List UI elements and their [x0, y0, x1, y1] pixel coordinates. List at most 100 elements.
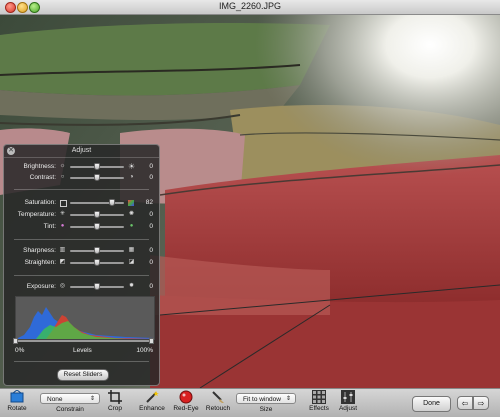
saturation-label: Saturation: [24, 199, 56, 206]
temperature-label: Temperature: [17, 211, 56, 218]
rotate-label: Rotate [7, 405, 27, 412]
tint-magenta-icon: ● [60, 223, 65, 229]
brightness-row: Brightness: ☼ ☀ 0 [4, 162, 159, 172]
sun-small-icon: ☼ [59, 163, 66, 169]
window-title: IMG_2260.JPG [218, 1, 282, 11]
previous-arrow-icon[interactable]: ⇦ [457, 396, 473, 410]
brush-icon [211, 390, 225, 404]
effects-tool[interactable]: Effects [306, 390, 332, 412]
crop-tool[interactable]: Crop [104, 390, 126, 412]
levels-high-label: 100% [136, 347, 153, 354]
straighten-left-icon: ◩ [59, 259, 66, 265]
brightness-slider[interactable] [70, 163, 124, 170]
exposure-high-icon: ✹ [128, 283, 135, 289]
separator [14, 189, 149, 190]
effects-grid-icon [312, 390, 326, 404]
sun-large-icon: ☀ [128, 162, 136, 171]
levels-white-point-handle[interactable] [149, 338, 154, 344]
straighten-right-icon: ◪ [128, 259, 135, 265]
separator [14, 361, 149, 362]
saturation-row: Saturation: 82 [4, 198, 159, 208]
levels-title: Levels [73, 347, 92, 354]
sharpness-value: 0 [149, 247, 153, 254]
temperature-slider-knob[interactable] [94, 211, 100, 218]
window-titlebar: IMG_2260.JPG [0, 0, 500, 15]
contrast-slider-knob[interactable] [94, 174, 100, 181]
saturation-value: 82 [145, 199, 153, 206]
tint-slider[interactable] [70, 223, 124, 230]
levels-low-label: 0% [15, 347, 25, 354]
adjust-tool[interactable]: Adjust [336, 390, 360, 412]
histogram-graph [16, 307, 154, 339]
straighten-slider[interactable] [70, 259, 124, 266]
size-popup[interactable]: Fit to window ⇕ [236, 393, 296, 404]
brightness-value: 0 [149, 163, 153, 170]
effects-label: Effects [309, 405, 329, 412]
tint-value: 0 [149, 223, 153, 230]
magic-wand-icon [145, 390, 159, 404]
contrast-value: 0 [149, 174, 153, 181]
tint-label: Tint: [43, 223, 56, 230]
red-eye-tool[interactable]: Red-Eye [172, 390, 200, 412]
sharpness-low-icon: ▥ [59, 247, 66, 253]
hud-divider [4, 157, 159, 158]
retouch-label: Retouch [205, 405, 231, 412]
done-button[interactable]: Done [412, 396, 451, 412]
separator [14, 275, 149, 276]
exposure-slider-knob[interactable] [94, 283, 100, 290]
warm-sun-icon: ✺ [128, 211, 135, 217]
exposure-slider[interactable] [70, 283, 124, 290]
sharpness-high-icon: ▦ [128, 247, 135, 253]
sharpness-label: Sharpness: [23, 247, 56, 254]
constrain-value: None [47, 396, 63, 403]
rotate-icon [10, 389, 24, 404]
temperature-row: Temperature: ✳ ✺ 0 [4, 210, 159, 220]
size-label: Size [259, 406, 273, 413]
sharpness-slider-knob[interactable] [94, 247, 100, 254]
red-eye-label: Red-Eye [173, 405, 199, 412]
contrast-slider[interactable] [70, 174, 124, 181]
enhance-tool[interactable]: Enhance [138, 390, 166, 412]
exposure-label: Exposure: [26, 283, 56, 290]
exposure-low-icon: ◎ [59, 283, 66, 289]
popup-arrows-icon: ⇕ [89, 396, 95, 402]
crop-icon [108, 390, 122, 404]
popup-arrows-icon: ⇕ [285, 396, 291, 402]
temperature-slider[interactable] [70, 211, 124, 218]
saturation-slider-knob[interactable] [109, 199, 116, 206]
contrast-low-icon: ○ [60, 174, 65, 180]
cool-snowflake-icon: ✳ [59, 211, 66, 217]
temperature-value: 0 [149, 211, 153, 218]
straighten-value: 0 [149, 259, 153, 266]
bottom-toolbar: Rotate None ⇕ Constrain Crop Enhance Red… [0, 388, 500, 417]
retouch-tool[interactable]: Retouch [204, 390, 232, 412]
rotate-tool[interactable]: Rotate [4, 389, 30, 412]
constrain-label: Constrain [56, 406, 84, 413]
straighten-label: Straighten: [24, 259, 56, 266]
constrain-popup[interactable]: None ⇕ [40, 393, 100, 404]
reset-sliders-button[interactable]: Reset Sliders [57, 369, 109, 381]
red-eye-icon [179, 390, 193, 404]
contrast-high-icon: ◑ [129, 174, 134, 180]
levels-slider-track[interactable] [15, 340, 153, 342]
contrast-label: Contrast: [29, 174, 56, 181]
exposure-value: 0 [149, 283, 153, 290]
brightness-slider-knob[interactable] [94, 163, 100, 170]
tint-green-icon: ● [129, 223, 134, 229]
levels-histogram [15, 296, 155, 340]
saturation-slider[interactable] [70, 199, 124, 206]
levels-black-point-handle[interactable] [13, 338, 18, 344]
sharpness-slider[interactable] [70, 247, 124, 254]
saturation-low-icon [60, 200, 67, 207]
next-arrow-icon[interactable]: ⇨ [473, 396, 489, 410]
straighten-slider-knob[interactable] [94, 259, 100, 266]
separator [14, 239, 149, 240]
adjust-label: Adjust [338, 405, 358, 412]
size-value: Fit to window [243, 396, 281, 403]
tint-slider-knob[interactable] [94, 223, 100, 230]
adjust-panel: ✕ Adjust Brightness: ☼ ☀ 0 Contrast: ○ ◑… [3, 144, 160, 386]
straighten-row: Straighten: ◩ ◪ 0 [4, 258, 159, 268]
contrast-row: Contrast: ○ ◑ 0 [4, 173, 159, 183]
tint-row: Tint: ● ● 0 [4, 222, 159, 232]
adjust-panel-title: Adjust [71, 147, 92, 154]
